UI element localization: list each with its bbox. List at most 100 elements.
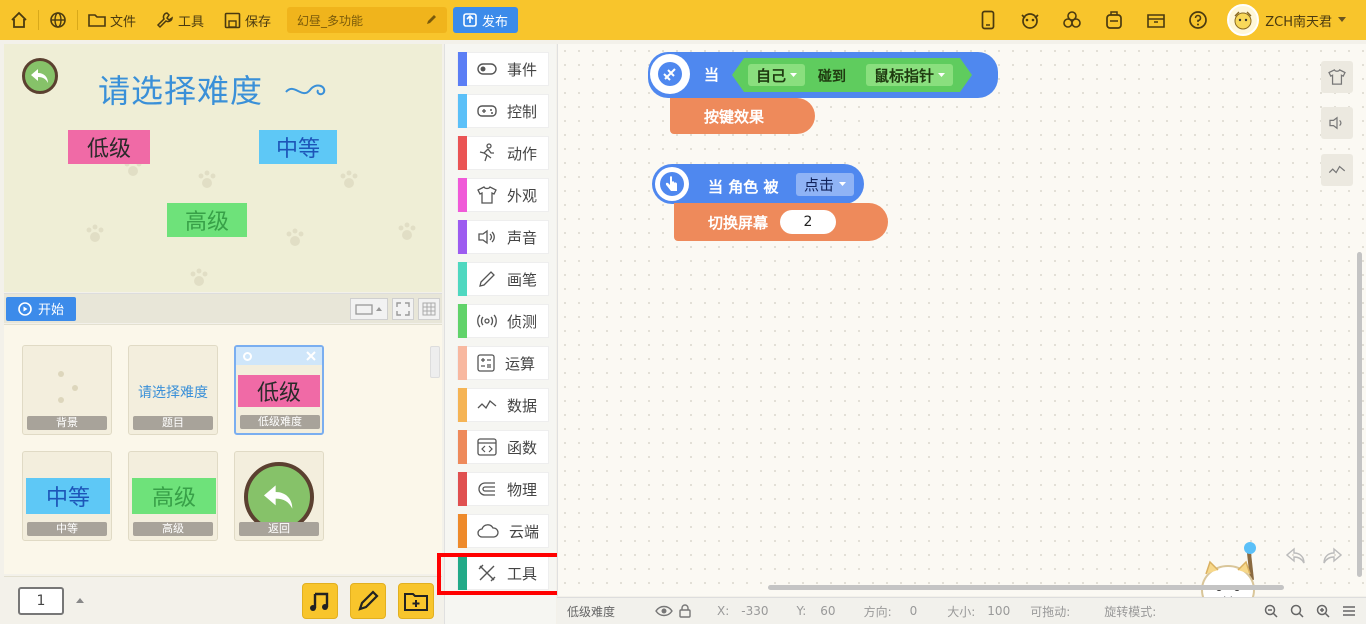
category-physics[interactable]: 物理 [457, 472, 549, 506]
screen-page-selector[interactable]: 1 [18, 586, 64, 615]
project-title-field[interactable]: 幻昼_多功能 [287, 7, 448, 33]
category-looks[interactable]: 外观 [457, 178, 549, 212]
project-title: 幻昼_多功能 [297, 13, 364, 28]
size-value[interactable]: 100 [987, 604, 1010, 618]
paint-button[interactable] [350, 582, 386, 619]
sprite-card-low[interactable]: 低级 低级难度 [234, 345, 324, 435]
zoom-out-icon[interactable] [1264, 604, 1278, 618]
category-control[interactable]: 控制 [457, 94, 549, 128]
fullscreen-button[interactable] [392, 297, 414, 320]
extensions-button[interactable] [1051, 0, 1093, 40]
sprite-card-mid[interactable]: 中等 中等 [22, 451, 112, 541]
category-label: 云端 [509, 522, 540, 541]
username: ZCH南天君 [1265, 14, 1332, 30]
category-motion[interactable]: 动作 [457, 136, 549, 170]
file-menu[interactable]: 文件 [78, 0, 146, 40]
language-button[interactable] [39, 0, 77, 40]
key-effect-block[interactable]: 按键效果 [670, 98, 815, 134]
panel-splitter[interactable] [430, 346, 440, 378]
category-color [458, 346, 467, 380]
user-menu[interactable]: ZCH南天君 [1219, 4, 1366, 36]
category-color [458, 304, 467, 338]
level-low-sprite[interactable]: 低级 [68, 130, 150, 164]
swirl-decoration-icon [285, 84, 326, 96]
workspace-vertical-scrollbar[interactable] [1357, 252, 1362, 577]
data-tool-button[interactable] [1321, 154, 1353, 186]
level-high-sprite[interactable]: 高级 [167, 203, 247, 237]
backpack-button[interactable] [1093, 0, 1135, 40]
category-operators[interactable]: 运算 [457, 346, 549, 380]
mouse-dropdown[interactable]: 鼠标指针 [866, 64, 954, 86]
sprite-card-title[interactable]: 请选择难度 题目 [128, 345, 218, 435]
stage-title-sprite[interactable]: 请选择难度 [98, 66, 263, 112]
paw-icon [198, 170, 216, 188]
x-label: X: [717, 604, 730, 618]
caret-up-icon[interactable] [76, 597, 84, 604]
y-value[interactable]: 60 [820, 604, 835, 618]
category-sound[interactable]: 声音 [457, 220, 549, 254]
close-icon[interactable] [306, 351, 316, 361]
redo-button[interactable] [1316, 541, 1348, 571]
back-arrow-icon [264, 485, 293, 509]
back-sprite[interactable] [22, 58, 58, 94]
workspace-horizontal-scrollbar[interactable] [768, 585, 1284, 590]
category-events[interactable]: 事件 [457, 52, 549, 86]
tools-menu[interactable]: 工具 [146, 0, 214, 40]
x-value[interactable]: -330 [741, 604, 768, 618]
direction-value[interactable]: 0 [910, 604, 918, 618]
sprite-card-back[interactable]: 返回 [234, 451, 324, 541]
caret-down-icon [790, 72, 798, 78]
event-block-badge [655, 167, 689, 201]
category-label: 画笔 [507, 270, 538, 289]
category-pen[interactable]: 画笔 [457, 262, 549, 296]
menu-icon[interactable] [1342, 605, 1356, 617]
zoom-in-icon[interactable] [1316, 604, 1330, 618]
category-cloud[interactable]: 云端 [457, 514, 549, 548]
self-dropdown[interactable]: 自己 [748, 64, 806, 86]
when-sprite-label: 当 角色 被 [708, 178, 779, 196]
sprite-card-background[interactable]: 背景 [22, 345, 112, 435]
character-button[interactable] [1009, 0, 1051, 40]
home-button[interactable] [0, 0, 38, 40]
sound-tool-button[interactable] [1321, 107, 1353, 139]
direction-label: 方向: [863, 604, 892, 619]
music-icon [309, 590, 331, 612]
click-dropdown[interactable]: 点击 [796, 173, 855, 196]
publish-button[interactable]: 发布 [453, 7, 519, 33]
gear-icon[interactable] [242, 351, 253, 362]
draggable-label: 可拖动: [1030, 604, 1071, 619]
zoom-reset-icon[interactable] [1290, 604, 1304, 618]
lock-icon[interactable] [679, 604, 691, 618]
code-workspace[interactable]: 当 自己 碰到 鼠标指针 按键效果 当 角色 被 点击 切换屏幕 2 [557, 44, 1366, 619]
help-button[interactable] [1177, 0, 1219, 40]
works-button[interactable] [1135, 0, 1177, 40]
sprite-label: 高级 [133, 522, 213, 536]
costume-tool-button[interactable] [1321, 61, 1353, 93]
folder-icon [88, 12, 106, 28]
stage-canvas[interactable]: 请选择难度 低级 中等 高级 [4, 44, 442, 292]
screen-number-input[interactable]: 2 [780, 210, 837, 234]
save-button[interactable]: 保存 [214, 0, 281, 40]
switch-screen-block[interactable]: 切换屏幕 2 [674, 203, 888, 241]
category-functions[interactable]: 函数 [457, 430, 549, 464]
start-button[interactable]: 开始 [6, 296, 77, 321]
grid-button[interactable] [418, 297, 440, 320]
switch-screen-label: 切换屏幕 [708, 213, 769, 232]
shirt-icon [477, 186, 497, 204]
category-color [458, 52, 467, 86]
eye-icon[interactable] [655, 605, 673, 617]
sound-library-button[interactable] [302, 582, 338, 619]
category-sensing[interactable]: 侦测 [457, 304, 549, 338]
level-mid-sprite[interactable]: 中等 [259, 130, 337, 164]
cloud-icon [477, 523, 499, 539]
category-label: 外观 [507, 186, 538, 205]
mobile-preview-button[interactable] [967, 0, 1009, 40]
undo-button[interactable] [1280, 541, 1312, 571]
speaker-icon [1328, 116, 1346, 130]
upload-icon [463, 13, 477, 27]
sprite-card-high[interactable]: 高级 高级 [128, 451, 218, 541]
add-sprite-button[interactable] [398, 582, 434, 619]
category-data[interactable]: 数据 [457, 388, 549, 422]
screen-size-button[interactable] [350, 297, 388, 320]
sprite-selected-bar [236, 347, 322, 365]
